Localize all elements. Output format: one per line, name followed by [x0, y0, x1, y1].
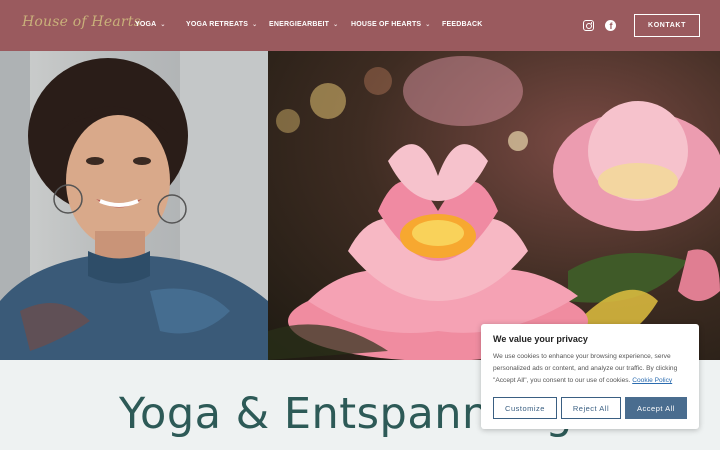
nav-item-yoga-retreats[interactable]: YOGA RETREATS ⌄: [186, 21, 257, 28]
nav-item-energiearbeit[interactable]: ENERGIEARBEIT ⌄: [269, 21, 338, 28]
lotus-flower-photo: [268, 51, 720, 360]
nav-item-label: FEEDBACK: [442, 21, 483, 28]
accept-all-button[interactable]: Accept All: [625, 397, 687, 419]
nav-item-yoga[interactable]: YOGA ⌄: [135, 21, 166, 28]
nav-item-label: YOGA RETREATS: [186, 21, 249, 28]
instagram-icon[interactable]: [583, 20, 594, 31]
lotus-illustration: [268, 56, 720, 360]
nav-item-label: YOGA: [135, 21, 157, 28]
cookie-button-row: Customize Reject All Accept All: [493, 397, 687, 419]
site-header: House of Hearts YOGA ⌄ YOGA RETREATS ⌄ ENE…: [0, 0, 720, 51]
cookie-text: We use cookies to enhance your browsing …: [493, 351, 687, 387]
chevron-down-icon: ⌄: [160, 22, 166, 28]
nav-item-house-of-hearts[interactable]: HOUSE OF HEARTS ⌄: [351, 21, 431, 28]
site-logo[interactable]: House of Hearts: [22, 14, 141, 30]
chevron-down-icon: ⌄: [425, 22, 431, 28]
reject-all-button[interactable]: Reject All: [561, 397, 621, 419]
cookie-title: We value your privacy: [493, 334, 588, 344]
cookie-policy-link[interactable]: Cookie Policy: [632, 377, 672, 384]
cookie-consent-banner: We value your privacy We use cookies to …: [481, 324, 699, 429]
nav-item-label: HOUSE OF HEARTS: [351, 21, 422, 28]
nav-item-feedback[interactable]: FEEDBACK: [442, 21, 483, 28]
nav-item-label: ENERGIEARBEIT: [269, 21, 330, 28]
customize-button[interactable]: Customize: [493, 397, 557, 419]
kontakt-button[interactable]: KONTAKT: [634, 14, 700, 37]
portrait-photo: [0, 51, 268, 360]
portrait-illustration: [0, 51, 268, 360]
chevron-down-icon: ⌄: [252, 22, 258, 28]
facebook-icon[interactable]: f: [605, 20, 616, 31]
chevron-down-icon: ⌄: [333, 22, 339, 28]
